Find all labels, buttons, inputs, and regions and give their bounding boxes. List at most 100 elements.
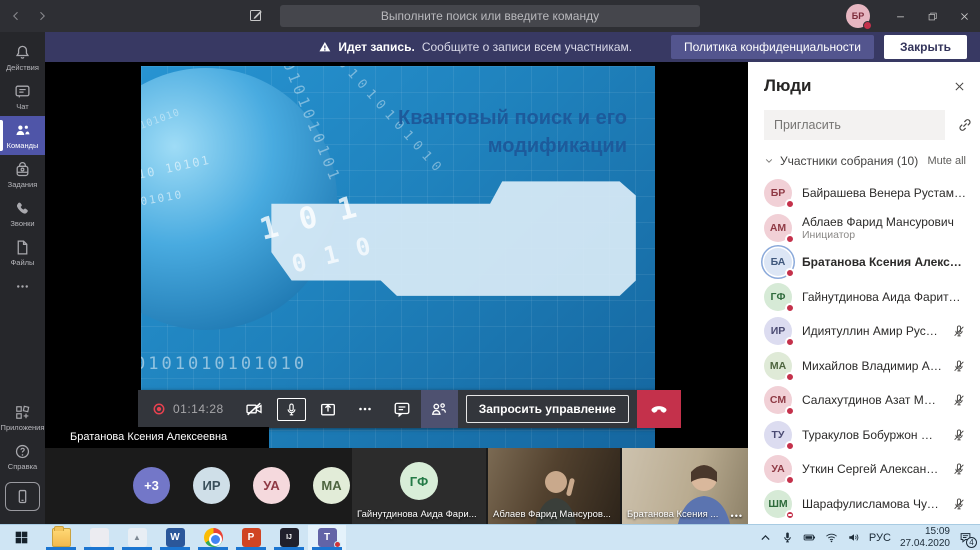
compose-icon[interactable] [248,7,264,23]
participant-tile-label: Гайнутдинова Аида Фари... [357,509,477,520]
restore-button[interactable] [916,0,948,32]
people-toggle-button[interactable] [421,390,458,428]
search-input[interactable] [280,5,700,27]
hangup-button[interactable] [637,390,681,428]
filmstrip-avatar[interactable]: МА [313,467,350,504]
chevron-down-icon[interactable] [764,156,774,166]
taskbar-app-powerpoint[interactable]: P [232,525,270,550]
participant-name: Байрашева Венера Рустамовна [802,186,966,200]
more-actions-button[interactable] [347,390,384,428]
forward-icon[interactable] [36,10,48,22]
mic-muted-icon[interactable] [952,324,966,338]
filmstrip-avatar[interactable]: УА [253,467,290,504]
participant-row[interactable]: ТУ Туракулов Бобуржон Маър... [764,418,966,453]
mic-muted-icon[interactable] [952,359,966,373]
sidebar-item-label: Действия [6,63,39,72]
share-icon [319,400,337,418]
participant-row[interactable]: СМ Салахутдинов Азат Марато... [764,383,966,418]
taskbar-app-notes-app[interactable] [80,525,118,550]
sidebar-item-apps[interactable]: Приложения [0,398,45,437]
presence-dot [785,303,795,313]
participant-video-tile[interactable]: Аблаев Фарид Мансуров... [488,448,620,524]
invite-input[interactable] [764,110,945,140]
sidebar-item-teams[interactable]: Команды [0,116,45,155]
tray-chevron-up-icon[interactable] [759,531,772,544]
app-rail: Действия Чат Команды Задания Звонки Файл… [0,32,45,524]
presenter-name-label: Братанова Ксения Алексеевна [45,427,269,448]
sidebar-item-chat[interactable]: Чат [0,77,45,116]
presence-dot [785,510,795,520]
sidebar-item-label: Справка [8,462,37,471]
participant-row[interactable]: ИР Идиятуллин Амир Рустемо... [764,314,966,349]
avatar[interactable]: БР [846,4,870,28]
tray-battery-icon[interactable] [803,531,816,544]
notes-app-icon [90,528,109,547]
backpack-icon [14,161,31,178]
language-indicator[interactable]: РУС [869,532,891,544]
mic-muted-icon[interactable] [952,497,966,511]
participant-row[interactable]: МА Михайлов Владимир Анато... [764,349,966,384]
taskbar-app-chrome[interactable] [194,525,232,550]
sidebar-item-phone[interactable]: Звонки [0,194,45,233]
share-button[interactable] [310,390,347,428]
filmstrip-avatar[interactable]: ИР [193,467,230,504]
mute-all-button[interactable]: Mute all [927,155,966,167]
dismiss-banner-button[interactable]: Закрыть [884,35,967,59]
participant-filmstrip: +3 ИР УА МА ГФ Гайнутдинова Аида Фари... Аб… [45,448,748,524]
participant-video-tile[interactable]: Братанова Ксения ... ••• [622,448,748,524]
presence-dot [785,475,795,485]
sidebar-item-file[interactable]: Файлы [0,233,45,272]
taskbar-app-file-explorer[interactable] [42,525,80,550]
sidebar-item-dots[interactable] [0,272,45,300]
copy-join-link-icon[interactable] [957,117,973,133]
minimize-button[interactable] [884,0,916,32]
taskbar-app-teams[interactable]: T [308,525,346,550]
chat-toggle-button[interactable] [384,390,421,428]
presence-dot [785,441,795,451]
mic-muted-icon[interactable] [952,462,966,476]
participant-name: Михайлов Владимир Анато... [802,359,942,373]
close-window-button[interactable] [948,0,980,32]
close-panel-icon[interactable] [953,80,966,93]
people-panel: Люди Участники собрания (10) Mute all БР… [748,62,980,524]
taskbar-app-photos-app[interactable]: ▲ [118,525,156,550]
clock-date: 27.04.2020 [900,538,950,550]
tray-wifi-icon[interactable] [825,531,838,544]
tray-mic-icon[interactable] [781,531,794,544]
participant-row[interactable]: ГФ Гайнутдинова Аида Фаритовна [764,280,966,315]
participant-row[interactable]: БР Байрашева Венера Рустамовна [764,176,966,211]
privacy-policy-button[interactable]: Политика конфиденциальности [671,35,874,59]
tray-speaker-icon[interactable] [847,531,860,544]
filmstrip-avatar[interactable]: +3 [133,467,170,504]
binary-stream: 0101010101010 [141,354,307,374]
start-button[interactable] [0,525,42,550]
sidebar-item-mobile[interactable] [0,476,45,516]
camera-off-icon [245,400,263,418]
camera-toggle-button[interactable] [236,390,273,428]
back-icon[interactable] [10,10,22,22]
taskbar-clock[interactable]: 15:09 27.04.2020 [900,526,950,549]
windows-logo-icon [14,530,29,545]
notification-center-icon[interactable]: 4 [959,531,972,544]
request-control-button[interactable]: Запросить управление [466,395,629,423]
mic-toggle-button[interactable] [273,390,310,428]
mic-muted-icon[interactable] [952,393,966,407]
minimize-icon [895,11,906,22]
participant-row[interactable]: АМ Аблаев Фарид Мансурович Инициатор [764,211,966,246]
mic-muted-icon[interactable] [952,428,966,442]
sidebar-item-help[interactable]: Справка [0,437,45,476]
sidebar-item-bell[interactable]: Действия [0,38,45,77]
more-icon [356,400,374,418]
participant-row[interactable]: УА Уткин Сергей Александров... [764,452,966,487]
taskbar-app-word[interactable]: W [156,525,194,550]
people-panel-title: Люди [764,76,811,96]
recording-banner-title: Идет запись. [338,40,414,54]
teams-window: БР Идет запись. Сообщите о записи всем у… [0,0,980,550]
participant-row[interactable]: ШМ Шарафулисламова Чулпан ... [764,487,966,522]
tile-more-icon[interactable]: ••• [731,511,743,521]
taskbar-app-intellij[interactable]: IJ [270,525,308,550]
sidebar-item-backpack[interactable]: Задания [0,155,45,194]
participant-tile[interactable]: ГФ Гайнутдинова Аида Фари... [352,448,486,524]
slide-title: Квантовый поиск и его модификации [387,104,627,160]
participant-row[interactable]: БА Братанова Ксения Алексеевна [764,245,966,280]
